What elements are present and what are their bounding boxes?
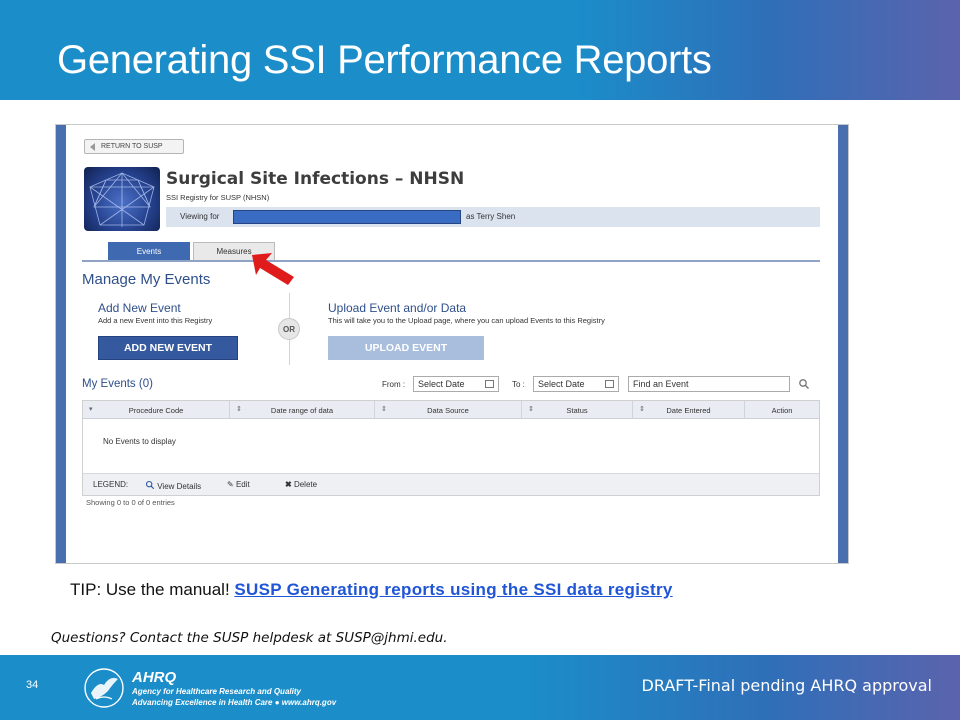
magnifier-icon	[145, 480, 155, 490]
tab-events[interactable]: Events	[108, 242, 190, 260]
upload-event-title: Upload Event and/or Data	[328, 301, 467, 315]
find-event-placeholder: Find an Event	[633, 379, 689, 389]
column-label: Date range of data	[270, 405, 334, 415]
showing-entries: Showing 0 to 0 of 0 entries	[86, 498, 175, 507]
calendar-icon[interactable]	[605, 380, 614, 388]
slide-title: Generating SSI Performance Reports	[57, 38, 712, 82]
upload-event-description: This will take you to the Upload page, w…	[328, 316, 605, 325]
events-table: ▾ Procedure Code ⇕ Date range of data ⇕ …	[82, 400, 820, 496]
viewing-bar: Viewing for as Terry Shen	[166, 207, 820, 227]
sort-icon: ⇕	[639, 406, 645, 413]
ahrq-wordmark: AHRQ	[132, 669, 177, 686]
add-new-event-button[interactable]: ADD NEW EVENT	[98, 336, 238, 360]
red-arrow-pointer-icon	[252, 253, 294, 285]
column-label: Status	[566, 405, 588, 415]
find-event-input[interactable]: Find an Event	[628, 376, 790, 392]
slide-number: 34	[26, 679, 39, 691]
legend-label: LEGEND:	[93, 480, 129, 489]
legend-view-details: View Details	[145, 480, 201, 491]
ahrq-tagline: Advancing Excellence in Health Care ● ww…	[132, 698, 337, 707]
legend-delete: ✖ Delete	[285, 480, 317, 489]
column-label: Procedure Code	[128, 405, 184, 415]
redacted-facility-name	[233, 210, 461, 224]
column-header-date-entered[interactable]: ⇕ Date Entered	[633, 401, 745, 419]
screenshot-right-edge	[838, 125, 848, 563]
from-date-placeholder: Select Date	[418, 379, 465, 389]
column-header-status[interactable]: ⇕ Status	[522, 401, 633, 419]
sort-icon: ▾	[89, 406, 93, 413]
sort-icon: ⇕	[381, 406, 387, 413]
tab-underline	[82, 260, 820, 262]
ahrq-agency-name: Agency for Healthcare Research and Quali…	[132, 687, 301, 696]
questions-contact: Questions? Contact the SUSP helpdesk at …	[51, 630, 448, 646]
pencil-icon: ✎	[227, 480, 234, 489]
to-label: To :	[512, 380, 525, 389]
column-header-action: Action	[745, 401, 819, 419]
manage-events-title: Manage My Events	[82, 271, 211, 288]
search-icon[interactable]	[798, 378, 810, 390]
to-date-placeholder: Select Date	[538, 379, 585, 389]
from-label: From :	[382, 380, 406, 389]
calendar-icon[interactable]	[485, 380, 494, 388]
viewing-label: Viewing for	[180, 212, 220, 221]
legend-delete-label: Delete	[293, 480, 318, 489]
column-header-date-range[interactable]: ⇕ Date range of data	[230, 401, 375, 419]
sort-icon: ⇕	[236, 406, 242, 413]
screenshot-left-edge	[56, 125, 66, 563]
slide-header: Generating SSI Performance Reports	[0, 0, 960, 100]
draft-notice: DRAFT-Final pending AHRQ approval	[641, 676, 932, 695]
delete-x-icon: ✖	[285, 480, 292, 489]
upload-event-button[interactable]: UPLOAD EVENT	[328, 336, 484, 360]
from-date-input[interactable]: Select Date	[413, 376, 499, 392]
return-to-susp-button[interactable]: RETURN TO SUSP	[84, 139, 184, 154]
legend-edit: ✎ Edit	[227, 480, 250, 489]
legend-bar: LEGEND: View Details ✎ Edit ✖ Delete	[83, 473, 819, 495]
legend-edit-label: Edit	[235, 480, 250, 489]
empty-table-message: No Events to display	[103, 437, 176, 446]
add-event-description: Add a new Event into this Registry	[98, 316, 213, 325]
column-header-data-source[interactable]: ⇕ Data Source	[375, 401, 522, 419]
legend-view-details-label: View Details	[157, 482, 202, 491]
registry-subtitle: SSI Registry for SUSP (NHSN)	[166, 193, 270, 202]
registry-logo-art	[89, 172, 155, 227]
to-date-input[interactable]: Select Date	[533, 376, 619, 392]
tip-prefix: TIP: Use the manual!	[70, 580, 235, 599]
column-header-procedure-code[interactable]: ▾ Procedure Code	[83, 401, 230, 419]
column-label: Date Entered	[666, 405, 711, 415]
slide-footer: 34 AHRQ Agency for Healthcare Research a…	[0, 655, 960, 720]
or-badge: OR	[278, 318, 300, 340]
hhs-eagle-logo-icon	[84, 668, 124, 708]
tip-line: TIP: Use the manual! SUSP Generating rep…	[70, 580, 673, 600]
add-event-title: Add New Event	[98, 301, 181, 315]
events-table-header: ▾ Procedure Code ⇕ Date range of data ⇕ …	[83, 401, 819, 419]
manual-link[interactable]: SUSP Generating reports using the SSI da…	[234, 580, 672, 599]
sort-icon: ⇕	[528, 406, 534, 413]
my-events-title: My Events (0)	[82, 378, 153, 390]
column-label: Data Source	[427, 405, 469, 415]
registry-title: Surgical Site Infections – NHSN	[166, 169, 465, 189]
registry-logo	[84, 167, 160, 231]
column-label: Action	[771, 405, 793, 415]
registry-screenshot: RETURN TO SUSP Surgical Site Infections …	[55, 124, 849, 564]
viewing-user: as Terry Shen	[466, 212, 516, 221]
